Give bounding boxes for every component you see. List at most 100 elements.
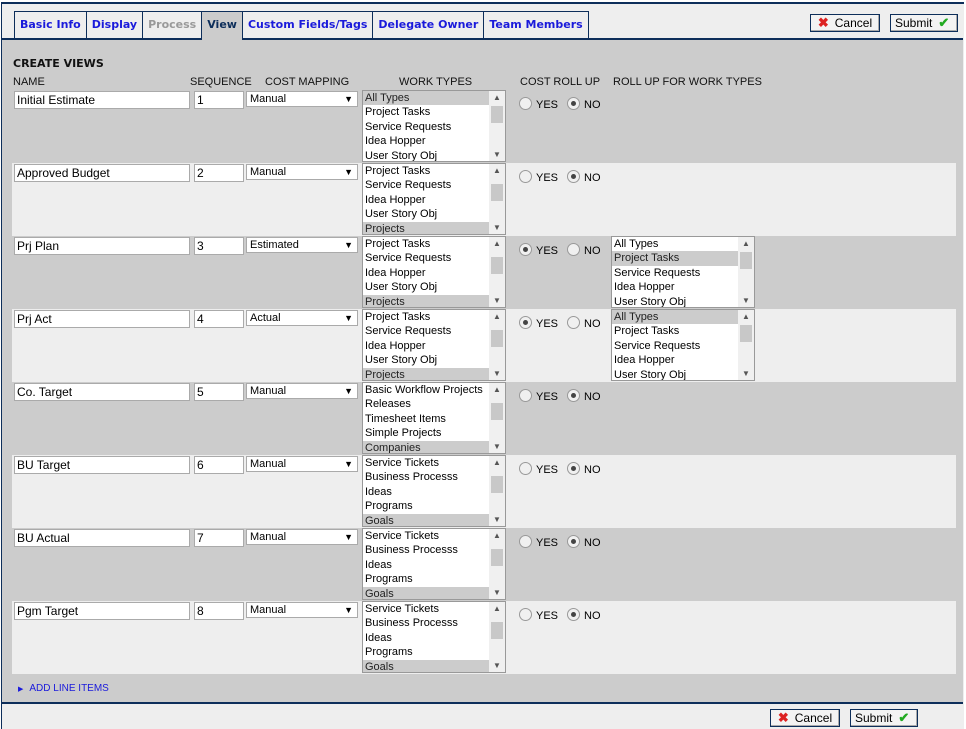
scroll-thumb[interactable] [491,403,503,420]
list-option[interactable]: Project Tasks [612,251,738,266]
cost-mapping-select[interactable]: Manual ▼ [246,164,358,180]
list-option[interactable]: Programs [363,572,489,586]
work-types-listbox[interactable]: Project Tasks Service Requests Idea Hopper… [362,236,506,308]
list-option[interactable]: Ideas [363,631,489,645]
list-option[interactable]: Idea Hopper [612,280,738,294]
name-input[interactable]: Prj Plan [14,237,190,255]
list-option[interactable]: Goals [363,586,489,599]
scroll-down-icon[interactable]: ▼ [489,661,505,670]
cost-roll-up-no[interactable]: NO [567,314,601,330]
name-input[interactable]: Pgm Target [14,602,190,620]
sequence-input[interactable]: 7 [194,529,244,547]
cancel-button-top[interactable]: ✖ Cancel [810,14,880,32]
work-types-listbox[interactable]: Service Tickets Business Processs Ideas Pro… [362,455,506,527]
scroll-thumb[interactable] [491,257,503,274]
radio-button[interactable] [519,96,532,110]
scrollbar[interactable]: ▲ ▼ [489,529,505,599]
scroll-thumb[interactable] [740,252,752,269]
scroll-up-icon[interactable]: ▲ [489,239,505,248]
list-option[interactable]: Project Tasks [612,324,738,338]
scroll-down-icon[interactable]: ▼ [738,369,754,378]
list-option[interactable]: Idea Hopper [612,353,738,367]
work-types-listbox[interactable]: Basic Workflow Projects Releases Timesheet… [362,382,506,454]
cost-roll-up-yes[interactable]: YES [519,533,558,549]
scroll-up-icon[interactable]: ▲ [738,312,754,321]
list-option[interactable]: Service Requests [363,251,489,265]
cost-mapping-select[interactable]: Manual ▼ [246,91,358,107]
scroll-thumb[interactable] [491,106,503,123]
tab-basic-info[interactable]: Basic Info [14,11,86,39]
radio-button[interactable] [567,461,580,475]
cost-roll-up-yes[interactable]: YES [519,460,558,476]
submit-button-top[interactable]: Submit ✔ [890,14,958,32]
list-option[interactable]: Idea Hopper [363,193,489,207]
scroll-up-icon[interactable]: ▲ [489,604,505,613]
cost-roll-up-no[interactable]: NO [567,460,601,476]
scroll-thumb[interactable] [491,330,503,347]
scroll-down-icon[interactable]: ▼ [489,369,505,378]
radio-button[interactable] [519,242,532,256]
list-option[interactable]: Ideas [363,485,489,499]
cost-roll-up-no[interactable]: NO [567,95,601,111]
scrollbar[interactable]: ▲ ▼ [489,602,505,672]
cost-roll-up-no[interactable]: NO [567,241,601,257]
list-option[interactable]: Service Requests [363,324,489,338]
add-line-items-link[interactable]: ▶ ADD LINE ITEMS [18,683,109,694]
scroll-up-icon[interactable]: ▲ [489,458,505,467]
scroll-up-icon[interactable]: ▲ [489,312,505,321]
cost-roll-up-yes[interactable]: YES [519,606,558,622]
cost-roll-up-yes[interactable]: YES [519,95,558,111]
name-input[interactable]: BU Target [14,456,190,474]
scroll-thumb[interactable] [491,622,503,639]
list-option[interactable]: Idea Hopper [363,134,489,148]
sequence-input[interactable]: 2 [194,164,244,182]
radio-button[interactable] [519,388,532,402]
list-option[interactable]: User Story Obj [363,353,489,367]
cost-mapping-select[interactable]: Manual ▼ [246,456,358,472]
scrollbar[interactable]: ▲ ▼ [489,91,505,161]
list-option[interactable]: User Story Obj [612,295,738,307]
cost-mapping-select[interactable]: Manual ▼ [246,383,358,399]
cost-mapping-select[interactable]: Actual ▼ [246,310,358,326]
list-option[interactable]: Projects [363,367,489,380]
cost-roll-up-no[interactable]: NO [567,387,601,403]
list-option[interactable]: Programs [363,645,489,659]
scroll-thumb[interactable] [740,325,752,342]
scrollbar[interactable]: ▲ ▼ [489,383,505,453]
sequence-input[interactable]: 8 [194,602,244,620]
scroll-thumb[interactable] [491,184,503,201]
radio-button[interactable] [519,315,532,329]
cost-roll-up-yes[interactable]: YES [519,387,558,403]
list-option[interactable]: All Types [363,91,489,106]
radio-button[interactable] [567,534,580,548]
sequence-input[interactable]: 1 [194,91,244,109]
name-input[interactable]: BU Actual [14,529,190,547]
list-option[interactable]: Business Processs [363,543,489,557]
roll-up-work-types-listbox[interactable]: All Types Project Tasks Service Requests Id… [611,236,755,308]
scroll-up-icon[interactable]: ▲ [489,93,505,102]
radio-button[interactable] [567,607,580,621]
scroll-down-icon[interactable]: ▼ [489,150,505,159]
scrollbar[interactable]: ▲ ▼ [489,237,505,307]
submit-button-bottom[interactable]: Submit ✔ [850,709,918,727]
scroll-down-icon[interactable]: ▼ [489,515,505,524]
list-option[interactable]: User Story Obj [612,368,738,380]
list-option[interactable]: Service Requests [363,120,489,134]
scrollbar[interactable]: ▲ ▼ [738,237,754,307]
cancel-button-bottom[interactable]: ✖ Cancel [770,709,840,727]
radio-button[interactable] [567,388,580,402]
radio-button[interactable] [519,607,532,621]
radio-button[interactable] [519,534,532,548]
cost-roll-up-no[interactable]: NO [567,168,601,184]
list-option[interactable]: Project Tasks [363,105,489,119]
list-option[interactable]: User Story Obj [363,280,489,294]
sequence-input[interactable]: 4 [194,310,244,328]
scroll-up-icon[interactable]: ▲ [489,385,505,394]
scroll-thumb[interactable] [491,549,503,566]
list-option[interactable]: Basic Workflow Projects [363,383,489,397]
cost-roll-up-no[interactable]: NO [567,533,601,549]
list-option[interactable]: Projects [363,221,489,234]
list-option[interactable]: Companies [363,440,489,453]
sequence-input[interactable]: 5 [194,383,244,401]
cost-mapping-select[interactable]: Manual ▼ [246,602,358,618]
